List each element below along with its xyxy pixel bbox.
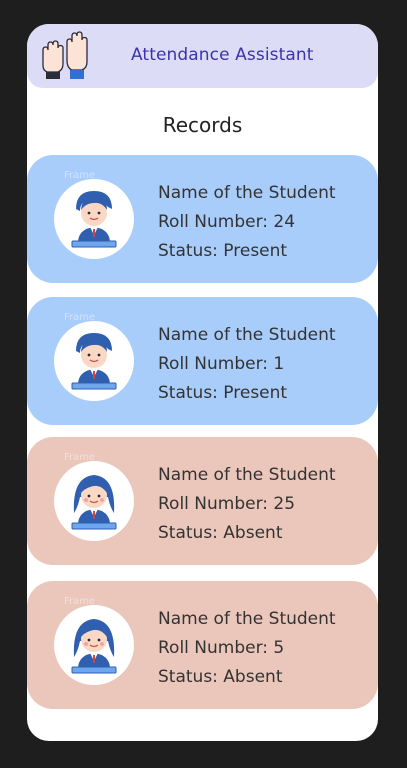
attendance-status: Status: Absent (158, 667, 283, 687)
attendance-status: Status: Present (158, 383, 288, 403)
roll-number: Roll Number: 1 (158, 354, 285, 374)
record-card[interactable]: Frame Name of the Stu (27, 437, 378, 565)
student-avatar (54, 605, 134, 685)
boy-student-icon (71, 333, 117, 390)
raised-hands-icon (42, 31, 88, 79)
record-card[interactable]: Frame Name of the Student Roll Numb (27, 297, 378, 425)
student-avatar (54, 179, 134, 259)
roll-number: Roll Number: 25 (158, 494, 296, 514)
app-title: Attendance Assistant (131, 45, 314, 65)
girl-student-icon (71, 619, 117, 674)
record-card[interactable]: Frame Name of the Stu (27, 581, 378, 709)
record-card[interactable]: Frame Name of the Student Roll Numb (27, 155, 378, 283)
attendance-status: Status: Present (158, 241, 288, 261)
record-info: Name of the Student Roll Number: 5 Statu… (158, 605, 336, 692)
phone-screen: Attendance Assistant Records Frame Name … (27, 24, 378, 741)
roll-number: Roll Number: 24 (158, 212, 296, 232)
student-name: Name of the Student (158, 183, 336, 203)
attendance-status: Status: Absent (158, 523, 283, 543)
student-avatar (54, 461, 134, 541)
record-info: Name of the Student Roll Number: 1 Statu… (158, 321, 336, 408)
roll-number: Roll Number: 5 (158, 638, 285, 658)
boy-student-icon (71, 191, 117, 248)
app-bar: Attendance Assistant (27, 24, 378, 88)
student-name: Name of the Student (158, 325, 336, 345)
student-name: Name of the Student (158, 465, 336, 485)
girl-student-icon (71, 475, 117, 530)
section-title: Records (162, 113, 243, 137)
record-info: Name of the Student Roll Number: 24 Stat… (158, 179, 336, 266)
record-info: Name of the Student Roll Number: 25 Stat… (158, 461, 336, 548)
student-avatar (54, 321, 134, 401)
student-name: Name of the Student (158, 609, 336, 629)
